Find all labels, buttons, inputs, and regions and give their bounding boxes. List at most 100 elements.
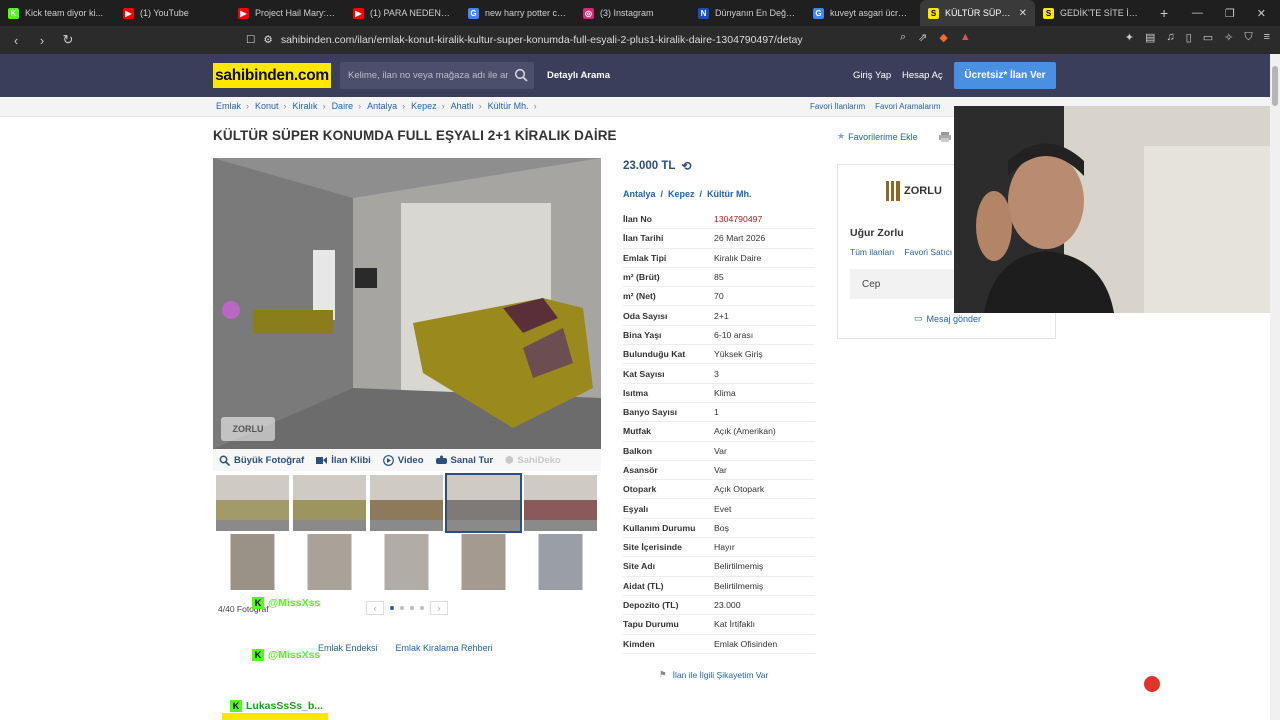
url-text[interactable]: sahibinden.com/ilan/emlak-konut-kiralik-… (281, 34, 803, 46)
browser-tab[interactable]: ▶ (1) YouTube (115, 0, 230, 26)
wallet-icon[interactable]: ▭ (1203, 31, 1213, 44)
tab-search-icon[interactable]: ▤ (1145, 31, 1155, 44)
browser-tab-strip: K Kick team diyor ki... ▶ (1) YouTube ▶ Proje… (0, 0, 1280, 26)
seller-name: Uğur Zorlu (850, 227, 904, 239)
favorite-listings-link[interactable]: Favori İlanlarım (810, 102, 865, 111)
photo-thumbnail[interactable] (293, 475, 366, 531)
login-link[interactable]: Giriş Yap (853, 70, 891, 81)
location-link[interactable]: Kepez (668, 189, 695, 199)
photo-thumbnail[interactable] (216, 534, 289, 590)
media-icon[interactable]: ♫ (1166, 31, 1174, 44)
post-ad-button[interactable]: Ücretsiz* İlan Ver (954, 62, 1056, 89)
seller-logo[interactable]: ZORLU (886, 181, 942, 201)
rental-guide-link[interactable]: Emlak Kiralama Rehberi (396, 643, 493, 653)
vpn-icon[interactable]: ⛉ (1244, 31, 1252, 44)
sidebar-icon[interactable]: ▯ (1186, 31, 1192, 44)
pager-dot[interactable] (410, 606, 414, 610)
pager-dot[interactable] (420, 606, 424, 610)
real-estate-index-link[interactable]: Emlak Endeksi (318, 643, 378, 653)
browser-tab[interactable]: ▶ Project Hail Mary: Bu F (230, 0, 345, 26)
browser-tab[interactable]: K Kick team diyor ki... (0, 0, 115, 26)
browser-tab[interactable]: Gnew harry potter castin (460, 0, 575, 26)
browser-tab[interactable]: S KÜLTÜR SÜPER KO ✕ (920, 0, 1035, 26)
address-bar-actions: ⌕ ⇗ ◆ ▲ (900, 31, 971, 44)
menu-icon[interactable]: ≡ (1264, 31, 1270, 44)
price-value: 23.000 TL (623, 160, 676, 172)
photo-thumbnail[interactable] (524, 475, 597, 531)
maximize-icon[interactable]: ❐ (1225, 7, 1235, 20)
breadcrumb-item[interactable]: Daire (332, 101, 354, 111)
detail-row: Oda Sayısı 2+1 (623, 306, 815, 326)
forward-icon[interactable]: › (32, 33, 52, 48)
zoom-icon[interactable]: ⌕ (900, 31, 906, 44)
scroll-thumb[interactable] (1272, 66, 1278, 106)
bookmark-icon[interactable]: ☐ (246, 34, 255, 46)
photo-thumbnail[interactable] (216, 475, 289, 531)
pager-dot[interactable] (390, 606, 394, 610)
photo-thumbnail[interactable] (370, 534, 443, 590)
detail-label: Kat Sayısı (623, 368, 665, 379)
search-box[interactable] (340, 62, 534, 89)
site-logo[interactable]: sahibinden.com (213, 63, 331, 88)
site-info-icon[interactable]: ⚙ (263, 34, 272, 46)
main-photo[interactable]: ZORLU (213, 158, 601, 449)
tab-title: Project Hail Mary: Bu F (255, 8, 337, 18)
tab-video[interactable]: Video (377, 449, 430, 471)
photo-thumbnail[interactable] (524, 534, 597, 590)
pager-dot[interactable] (400, 606, 404, 610)
breadcrumb-item[interactable]: Konut (255, 101, 279, 111)
breadcrumb-item[interactable]: Kültür Mh. (488, 101, 529, 111)
breadcrumb-item[interactable]: Antalya (367, 101, 397, 111)
search-input[interactable] (348, 70, 508, 81)
detail-label: İlan No (623, 214, 652, 225)
browser-tab[interactable]: ◎ (3) Instagram (575, 0, 690, 26)
add-favorite-button[interactable]: ★ Favorilerime Ekle (837, 131, 918, 142)
photo-thumbnail[interactable] (370, 475, 443, 531)
print-icon[interactable] (939, 132, 951, 142)
minimize-icon[interactable]: — (1192, 7, 1203, 20)
address-bar[interactable]: ☐ ⚙ sahibinden.com/ilan/emlak-konut-kira… (246, 29, 994, 51)
shield-icon[interactable]: ◆ (939, 31, 947, 44)
back-icon[interactable]: ‹ (6, 33, 26, 48)
extension-icon[interactable]: ✦ (1125, 31, 1134, 44)
price-history-icon[interactable]: ⟲ (681, 159, 691, 173)
tab-sahideko[interactable]: ⬢ SahiDeko (499, 449, 567, 471)
tab-close-icon[interactable]: ✕ (1019, 8, 1027, 19)
tab-big-photo[interactable]: Büyük Fotoğraf (213, 449, 310, 471)
browser-tab[interactable]: N Dünyanın En Değerli P (690, 0, 805, 26)
tab-listing-clip[interactable]: İlan Klibi (310, 449, 377, 471)
photo-thumbnail[interactable] (447, 534, 520, 590)
share-icon[interactable]: ⇗ (918, 31, 927, 44)
breadcrumb-item[interactable]: Kepez (411, 101, 437, 111)
browser-tab[interactable]: ▶ (1) PARA NEDEN VAR? (345, 0, 460, 26)
browser-tab[interactable]: Gkuveyt asgari ücret 20 (805, 0, 920, 26)
location-link[interactable]: Antalya (623, 189, 656, 199)
leo-icon[interactable]: ✧ (1224, 31, 1233, 44)
chat-message: K @MissXss (252, 597, 320, 609)
search-icon[interactable] (514, 68, 528, 82)
photo-thumbnail[interactable] (293, 534, 366, 590)
page-scrollbar[interactable] (1270, 54, 1280, 720)
pager-prev-icon[interactable]: ‹ (366, 601, 384, 615)
detail-value: Emlak Ofisinden (714, 638, 778, 649)
detailed-search-link[interactable]: Detaylı Arama (547, 70, 610, 81)
favorite-searches-link[interactable]: Favori Aramalarım (875, 102, 940, 111)
location-link[interactable]: Kültür Mh. (707, 189, 752, 199)
browser-tab[interactable]: S GEDİK'TE SİTE İÇERİSİ (1035, 0, 1150, 26)
reload-icon[interactable]: ↻ (58, 32, 78, 48)
photo-thumbnail[interactable] (445, 473, 522, 533)
breadcrumb-item[interactable]: Kiralık (293, 101, 318, 111)
breadcrumb-item[interactable]: Ahatlı (451, 101, 474, 111)
report-listing-link[interactable]: ⚑ İlan ile İlgili Şikayetim Var (659, 669, 768, 680)
thumbnail-grid (216, 473, 598, 590)
favorite-seller-link[interactable]: Favori Satıcı (904, 247, 952, 257)
tab-virtual-tour[interactable]: Sanal Tur (430, 449, 500, 471)
all-listings-link[interactable]: Tüm ilanları (850, 247, 894, 257)
close-window-icon[interactable]: ✕ (1257, 7, 1266, 20)
breadcrumb-item[interactable]: Emlak (216, 101, 241, 111)
rewards-icon[interactable]: ▲ (960, 31, 971, 44)
new-tab-button[interactable]: + (1150, 5, 1178, 21)
signup-link[interactable]: Hesap Aç (902, 70, 943, 81)
pager-next-icon[interactable]: › (430, 601, 448, 615)
send-message-link[interactable]: ▭ Mesaj gönder (914, 313, 981, 324)
